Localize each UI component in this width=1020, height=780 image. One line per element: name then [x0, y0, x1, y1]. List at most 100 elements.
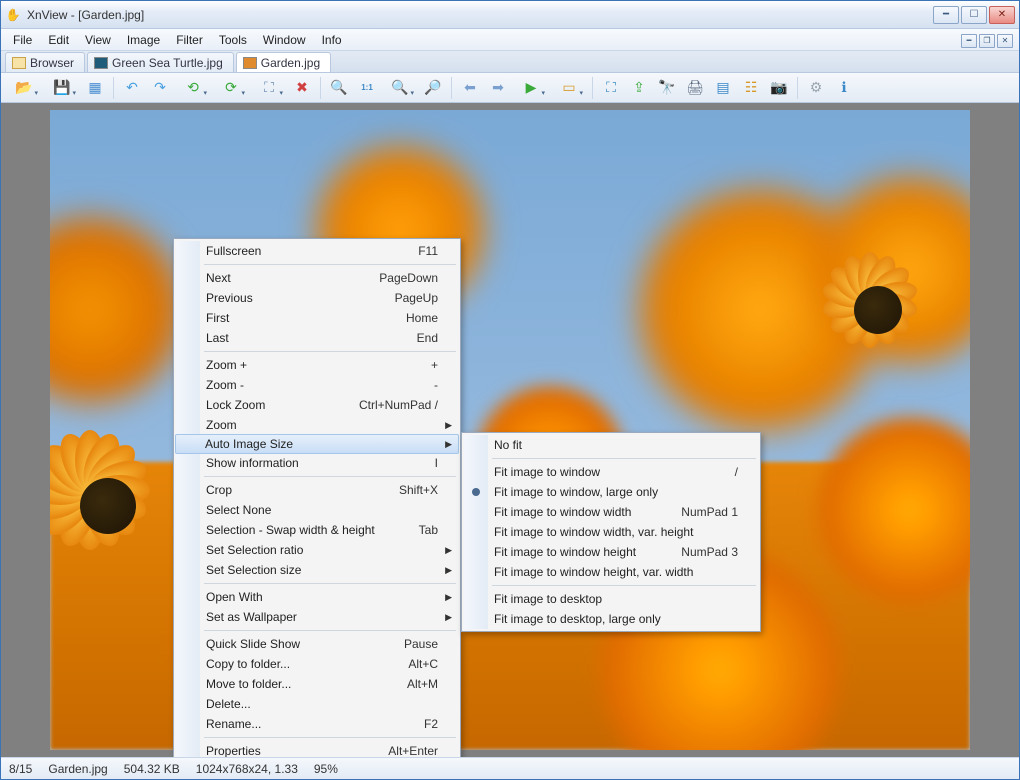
mdi-minimize-button[interactable]: ━	[961, 34, 977, 48]
minimize-button[interactable]: ━	[933, 6, 959, 24]
scanner-button[interactable]: ▤	[711, 76, 735, 100]
ctx-rename[interactable]: Rename...F2	[176, 714, 458, 734]
print-button[interactable]: 🖨	[683, 76, 707, 100]
capture-button[interactable]: 📷	[767, 76, 791, 100]
submenu-arrow-icon: ▶	[445, 420, 452, 431]
ctx-set-selection-size[interactable]: Set Selection size▶	[176, 560, 458, 580]
rotate-right-button[interactable]: ⟳	[214, 76, 248, 100]
menu-separator	[204, 476, 456, 477]
ctx-fit-fit-image-to-window-width[interactable]: Fit image to window widthNumPad 1	[464, 502, 758, 522]
maximize-button[interactable]: ☐	[961, 6, 987, 24]
delete-button[interactable]: ✖	[290, 76, 314, 100]
ctx-fit-fit-image-to-desktop-large-only[interactable]: Fit image to desktop, large only	[464, 609, 758, 629]
tab-browser[interactable]: Browser	[5, 52, 85, 72]
ctx-next[interactable]: NextPageDown	[176, 268, 458, 288]
tab-garden-jpg[interactable]: Garden.jpg	[236, 52, 331, 72]
ctx-fit-no-fit[interactable]: No fit	[464, 435, 758, 455]
ctx-properties[interactable]: PropertiesAlt+Enter	[176, 741, 458, 757]
ctx-show-information[interactable]: Show informationI	[176, 453, 458, 473]
open-button[interactable]: 📂	[7, 76, 41, 100]
menu-item-label: Auto Image Size	[205, 437, 439, 451]
submenu-arrow-icon: ▶	[445, 592, 452, 603]
ctx-zoom[interactable]: Zoom --	[176, 375, 458, 395]
close-button[interactable]: ✕	[989, 6, 1015, 24]
menu-tools[interactable]: Tools	[211, 31, 255, 49]
ctx-auto-image-size[interactable]: Auto Image Size▶	[175, 434, 459, 454]
image-viewport[interactable]: FullscreenF11NextPageDownPreviousPageUpF…	[1, 103, 1019, 757]
ctx-fit-fit-image-to-window-large-only[interactable]: Fit image to window, large only	[464, 482, 758, 502]
ctx-quick-slide-show[interactable]: Quick Slide ShowPause	[176, 634, 458, 654]
menu-file[interactable]: File	[5, 31, 40, 49]
ctx-fit-fit-image-to-window-height-var-width[interactable]: Fit image to window height, var. width	[464, 562, 758, 582]
ctx-select-none[interactable]: Select None	[176, 500, 458, 520]
menu-separator	[204, 737, 456, 738]
save-button[interactable]: 💾	[45, 76, 79, 100]
ctx-delete[interactable]: Delete...	[176, 694, 458, 714]
export-button[interactable]: ⇪	[627, 76, 651, 100]
zoom-100-button[interactable]: 1:1	[355, 76, 379, 100]
search-button[interactable]: 🔭	[655, 76, 679, 100]
ctx-fullscreen[interactable]: FullscreenF11	[176, 241, 458, 261]
menu-info[interactable]: Info	[314, 31, 350, 49]
toolbar-separator	[113, 77, 114, 99]
redo-button[interactable]: ↷	[148, 76, 172, 100]
mdi-restore-button[interactable]: ❐	[979, 34, 995, 48]
image-icon	[243, 57, 257, 69]
settings-button[interactable]: ⚙	[804, 76, 828, 100]
ctx-crop[interactable]: CropShift+X	[176, 480, 458, 500]
browser-button[interactable]: ▦	[83, 76, 107, 100]
menu-window[interactable]: Window	[255, 31, 314, 49]
info-button[interactable]: ℹ	[832, 76, 856, 100]
menu-item-label: Fit image to window width	[494, 505, 681, 519]
zoom-in-button[interactable]: 🔍	[327, 76, 351, 100]
rotate-left-button[interactable]: ⟲	[176, 76, 210, 100]
slideshow-button[interactable]: ▶	[514, 76, 548, 100]
menu-item-shortcut: NumPad 1	[681, 505, 738, 519]
fullscreen-button[interactable]: ⛶	[599, 76, 623, 100]
ctx-previous[interactable]: PreviousPageUp	[176, 288, 458, 308]
zoom-out-button[interactable]: 🔎	[421, 76, 445, 100]
ctx-set-selection-ratio[interactable]: Set Selection ratio▶	[176, 540, 458, 560]
ctx-set-as-wallpaper[interactable]: Set as Wallpaper▶	[176, 607, 458, 627]
ctx-first[interactable]: FirstHome	[176, 308, 458, 328]
menu-item-label: Fit image to window width, var. height	[494, 525, 738, 539]
ctx-fit-fit-image-to-window-height[interactable]: Fit image to window heightNumPad 3	[464, 542, 758, 562]
toolbar-separator	[320, 77, 321, 99]
menu-filter[interactable]: Filter	[168, 31, 211, 49]
menu-edit[interactable]: Edit	[40, 31, 77, 49]
ctx-open-with[interactable]: Open With ▶	[176, 587, 458, 607]
menu-view[interactable]: View	[77, 31, 119, 49]
mdi-controls: ━ ❐ ✕	[959, 34, 1015, 48]
context-menu[interactable]: FullscreenF11 NextPageDownPreviousPageUpF…	[173, 238, 461, 757]
menu-item-label: No fit	[494, 438, 738, 452]
undo-button[interactable]: ↶	[120, 76, 144, 100]
app-icon: ✋	[5, 7, 21, 23]
menu-item-label: Quick Slide Show	[206, 637, 404, 651]
ctx-zoom[interactable]: Zoom▶	[176, 415, 458, 435]
next-button[interactable]: ➡	[486, 76, 510, 100]
compare-button[interactable]: ☷	[739, 76, 763, 100]
ctx-move-to-folder[interactable]: Move to folder...Alt+M	[176, 674, 458, 694]
resize-button[interactable]: ⛶	[252, 76, 286, 100]
status-index: 8/15	[9, 762, 32, 776]
ctx-lock-zoom[interactable]: Lock ZoomCtrl+NumPad /	[176, 395, 458, 415]
tab-green-sea-turtle-jpg[interactable]: Green Sea Turtle.jpg	[87, 52, 234, 72]
ctx-fit-fit-image-to-window[interactable]: Fit image to window/	[464, 462, 758, 482]
ctx-fit-fit-image-to-desktop[interactable]: Fit image to desktop	[464, 589, 758, 609]
ctx-fit-fit-image-to-window-width-var-height[interactable]: Fit image to window width, var. height	[464, 522, 758, 542]
grid-icon: ▦	[88, 79, 101, 96]
mdi-close-button[interactable]: ✕	[997, 34, 1013, 48]
prev-button[interactable]: ⬅	[458, 76, 482, 100]
ctx-copy-to-folder[interactable]: Copy to folder...Alt+C	[176, 654, 458, 674]
ctx-zoom[interactable]: Zoom ++	[176, 355, 458, 375]
menu-item-label: Open With	[206, 590, 438, 604]
tab-label: Green Sea Turtle.jpg	[112, 56, 223, 70]
ctx-last[interactable]: LastEnd	[176, 328, 458, 348]
zoom-in-icon: 🔍	[330, 79, 347, 96]
ctx-selection-swap-width-height[interactable]: Selection - Swap width & heightTab	[176, 520, 458, 540]
menu-image[interactable]: Image	[119, 31, 168, 49]
menu-item-shortcut: Alt+M	[407, 677, 438, 691]
zoom-fit-button[interactable]: 🔍	[383, 76, 417, 100]
context-submenu-auto-image-size[interactable]: No fit Fit image to window/Fit image to w…	[461, 432, 761, 632]
fit-button[interactable]: ▭	[552, 76, 586, 100]
